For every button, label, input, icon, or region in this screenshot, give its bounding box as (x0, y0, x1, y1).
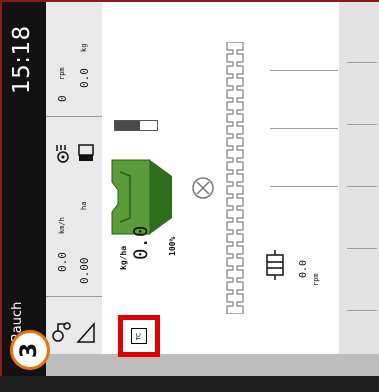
bottom-bar (46, 354, 379, 376)
slope-icon (76, 322, 96, 348)
field-lane (347, 62, 377, 63)
task-controller-button[interactable]: TC (118, 315, 160, 357)
spread-width-section-bar (223, 41, 247, 318)
field-lane (347, 186, 377, 187)
step-number: 3 (17, 342, 43, 358)
hopper-fill-level (115, 121, 141, 130)
counter-icon (76, 142, 96, 168)
field-lane (347, 124, 377, 125)
pto-unit: rpm (312, 273, 320, 286)
forward-speed-unit: km/h (58, 217, 66, 234)
step-number-badge: 3 (10, 330, 50, 370)
hopper-weight-unit: kg (80, 43, 88, 52)
engine-speed-value: 0 (56, 95, 69, 102)
task-controller-icon: TC (131, 328, 147, 344)
pto-value: 0.0 (298, 259, 309, 278)
shutoff-icon (190, 175, 216, 205)
pto-icon (264, 250, 286, 284)
hopper-fill-gauge (114, 120, 158, 131)
engine-speed-unit: rpm (58, 67, 66, 80)
task-controller-label: TC (135, 332, 143, 340)
info-divider (46, 296, 102, 297)
application-rate-unit: kg/ha (119, 245, 128, 270)
status-bar: 15:18 Rauch (2, 2, 46, 376)
hopper-weight-value: 0.0 (78, 68, 91, 88)
area-worked-value: 0.00 (78, 257, 91, 285)
clock: 15:18 (9, 25, 35, 94)
field-lane (270, 128, 338, 129)
info-panel: 0 rpm 0.0 kg 0.0 km/h 0.00 ha (46, 2, 103, 354)
application-rate-value: 0.0 (130, 225, 152, 260)
forward-speed-value: 0.0 (56, 252, 69, 272)
tractor-icon (52, 320, 72, 348)
spreader-view: kg/ha 0.0 100% 0.0 rpm (102, 2, 339, 354)
terminal-screen: 15:18 Rauch 0 rpm 0.0 kg 0.0 km/h 0.00 h… (0, 0, 379, 376)
area-worked-unit: ha (80, 201, 88, 210)
field-lane (270, 186, 338, 187)
info-divider (46, 116, 102, 117)
field-lane (270, 70, 338, 71)
fan-icon (54, 142, 72, 168)
field-view (339, 2, 379, 354)
field-lane (347, 248, 377, 249)
application-rate-percent: 100% (168, 236, 177, 256)
field-lane (347, 310, 377, 311)
